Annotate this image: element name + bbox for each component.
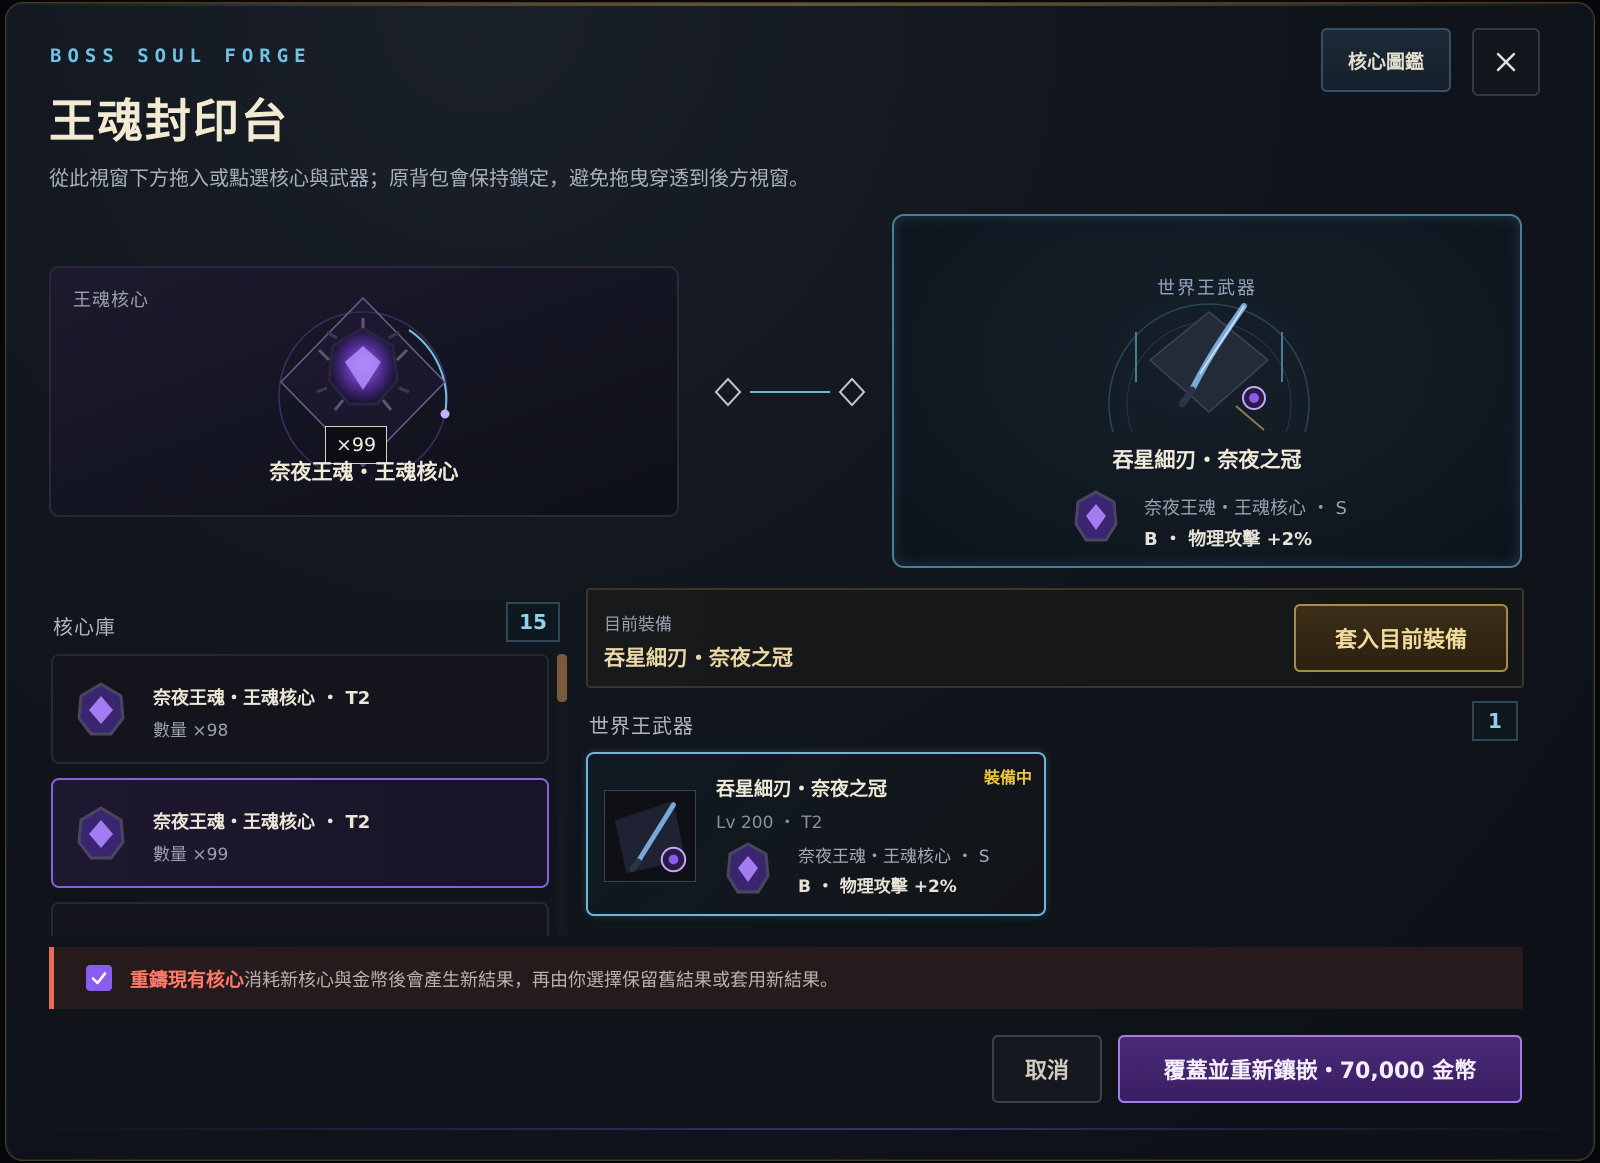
core-library-item-selected[interactable]: 奈夜王魂・王魂核心 ・ T2 數量 ×99	[51, 778, 549, 888]
weapon-blade-icon	[1108, 303, 1310, 432]
weapon-slot-stat: B ・ 物理攻擊 +2%	[1144, 529, 1313, 550]
weapon-slot-label: 世界王武器	[1157, 278, 1257, 299]
current-equipment-label: 目前裝備	[604, 615, 672, 635]
weapon-item-level: Lv 200 ・ T2	[716, 813, 823, 833]
soul-core-icon	[77, 806, 125, 860]
weapon-library-title: 世界王武器	[589, 714, 694, 738]
core-item-quantity: 數量 ×98	[153, 721, 229, 741]
reforge-description: 重鑄現有核心消耗新核心與金幣後會產生新結果，再由你選擇保留舊結果或套用新結果。	[130, 965, 838, 992]
weapon-library-item[interactable]: 裝備中 吞星細刃・奈夜之冠 Lv 200 ・ T2 奈夜王魂・王魂核心 ・ S …	[586, 752, 1046, 916]
weapon-item-name: 吞星細刃・奈夜之冠	[716, 778, 888, 800]
weapon-item-core: 奈夜王魂・王魂核心 ・ S	[798, 847, 990, 867]
close-button[interactable]	[1472, 28, 1540, 96]
scrollbar-thumb[interactable]	[557, 654, 567, 702]
weapon-slot-name: 吞星細刃・奈夜之冠	[1112, 448, 1302, 472]
weapon-slot-core: 奈夜王魂・王魂核心 ・ S	[1144, 498, 1347, 519]
reforge-emphasis: 重鑄現有核心	[130, 969, 245, 991]
weapon-library-count: 1	[1472, 701, 1518, 741]
core-slot-name: 奈夜王魂・王魂核心	[269, 460, 459, 484]
link-connector-icon	[714, 377, 866, 407]
core-slot-label: 王魂核心	[73, 290, 149, 311]
dialog-eyebrow: BOSS SOUL FORGE	[50, 45, 312, 67]
weapon-thumbnail-icon	[604, 790, 696, 882]
weapon-slot[interactable]: 世界王武器 吞星細刃・奈夜之冠 奈夜王魂・王魂核心 ・ S B ・ 物理攻擊 +…	[892, 214, 1522, 568]
core-library-title: 核心庫	[53, 615, 116, 639]
core-slot[interactable]: 王魂核心 ×99 奈夜王魂・王魂核心	[49, 266, 679, 517]
core-library-item[interactable]	[51, 902, 549, 936]
core-item-quantity: 數量 ×99	[153, 845, 229, 865]
current-equipment-value: 吞星細刃・奈夜之冠	[604, 646, 793, 670]
cancel-button[interactable]: 取消	[992, 1035, 1102, 1103]
equipped-badge: 裝備中	[983, 768, 1032, 787]
weapon-item-stat: B ・ 物理攻擊 +2%	[798, 877, 957, 897]
dialog-subtitle: 從此視窗下方拖入或點選核心與武器；原背包會保持鎖定，避免拖曳穿透到後方視窗。	[49, 166, 809, 190]
check-icon	[91, 972, 107, 985]
confirm-reinlay-button[interactable]: 覆蓋並重新鑲嵌・70,000 金幣	[1118, 1035, 1522, 1103]
apply-to-current-equipment-button[interactable]: 套入目前裝備	[1294, 604, 1508, 672]
core-item-name: 奈夜王魂・王魂核心 ・ T2	[153, 688, 371, 709]
core-library-count: 15	[506, 602, 560, 642]
core-library-item[interactable]: 奈夜王魂・王魂核心 ・ T2 數量 ×98	[51, 654, 549, 764]
core-codex-button[interactable]: 核心圖鑑	[1321, 28, 1451, 92]
reforge-option[interactable]: 重鑄現有核心消耗新核心與金幣後會產生新結果，再由你選擇保留舊結果或套用新結果。	[49, 947, 1523, 1009]
dialog-title: 王魂封印台	[49, 94, 289, 148]
soul-forge-dialog: BOSS SOUL FORGE 王魂封印台 從此視窗下方拖入或點選核心與武器；原…	[5, 2, 1595, 1161]
close-icon	[1496, 52, 1516, 72]
reforge-checkbox[interactable]	[86, 965, 112, 991]
current-equipment-panel: 目前裝備 吞星細刃・奈夜之冠 套入目前裝備	[586, 588, 1524, 688]
core-library-scrollbar[interactable]	[557, 654, 567, 936]
reforge-text: 消耗新核心與金幣後會產生新結果，再由你選擇保留舊結果或套用新結果。	[244, 970, 839, 991]
core-item-name: 奈夜王魂・王魂核心 ・ T2	[153, 812, 371, 833]
soul-core-icon	[1074, 490, 1118, 542]
soul-core-icon	[726, 842, 770, 894]
core-library-list[interactable]: 奈夜王魂・王魂核心 ・ T2 數量 ×98 奈夜王魂・王魂核心 ・ T2 數量 …	[51, 654, 549, 936]
soul-core-icon	[77, 682, 125, 736]
